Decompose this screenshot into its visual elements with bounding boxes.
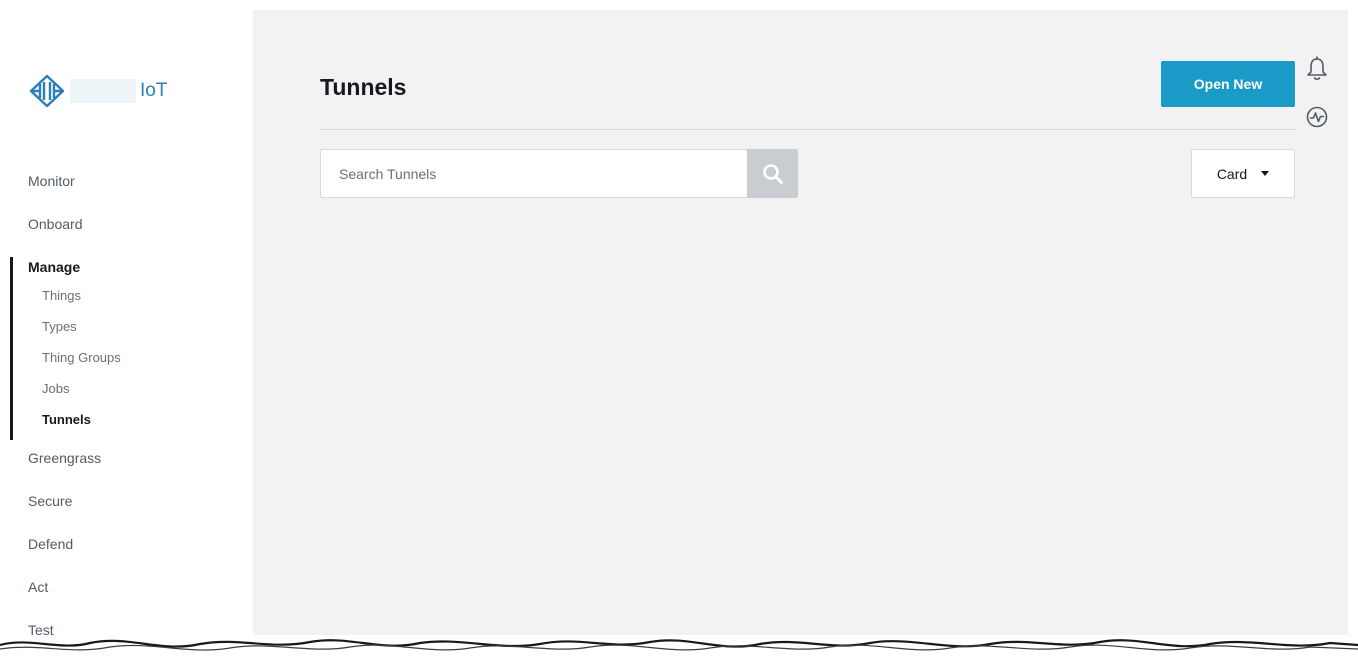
- right-border: [1348, 0, 1358, 664]
- sidebar-item-secure[interactable]: Secure: [10, 490, 253, 533]
- nav-active-indicator: [10, 257, 13, 440]
- main-content: Tunnels Open New Search Tunnels Card: [253, 10, 1348, 635]
- view-mode-label: Card: [1216, 165, 1248, 182]
- sidebar-item-thing-groups[interactable]: Thing Groups: [10, 348, 253, 379]
- page-title: Tunnels: [320, 74, 407, 100]
- search-icon: [762, 163, 783, 184]
- sidebar-nav: Monitor Onboard Manage Things Types Thin…: [10, 170, 253, 662]
- search-bar: [320, 149, 798, 198]
- logo[interactable]: IoT: [28, 74, 167, 108]
- top-border: [0, 0, 1358, 9]
- open-new-button[interactable]: Open New: [1161, 61, 1295, 107]
- sidebar-item-things[interactable]: Things: [10, 286, 253, 317]
- sidebar-item-types[interactable]: Types: [10, 317, 253, 348]
- search-input[interactable]: [320, 149, 747, 198]
- logo-text: IoT: [140, 80, 168, 101]
- sidebar-item-greengrass[interactable]: Greengrass: [10, 447, 253, 490]
- iot-core-icon: [29, 74, 65, 108]
- sidebar-item-monitor[interactable]: Monitor: [10, 170, 253, 213]
- app-frame: IoT Monitor Onboard Manage Things Types …: [0, 0, 1358, 664]
- sidebar-item-jobs[interactable]: Jobs: [10, 379, 253, 410]
- search-button[interactable]: [747, 149, 798, 198]
- title-divider: [320, 129, 1296, 130]
- caret-down-icon: [1261, 171, 1270, 176]
- logo-brand-mask: [70, 79, 136, 103]
- bell-icon[interactable]: [1305, 56, 1329, 82]
- sidebar-item-act[interactable]: Act: [10, 576, 253, 619]
- sidebar: IoT Monitor Onboard Manage Things Types …: [10, 10, 253, 638]
- sidebar-item-onboard[interactable]: Onboard: [10, 213, 253, 256]
- sidebar-item-manage[interactable]: Manage: [10, 256, 253, 286]
- sidebar-item-tunnels[interactable]: Tunnels: [10, 410, 253, 441]
- sidebar-item-defend[interactable]: Defend: [10, 533, 253, 576]
- torn-edge: [0, 635, 1358, 664]
- view-mode-select[interactable]: Card: [1191, 149, 1295, 198]
- pulse-icon[interactable]: [1306, 106, 1328, 128]
